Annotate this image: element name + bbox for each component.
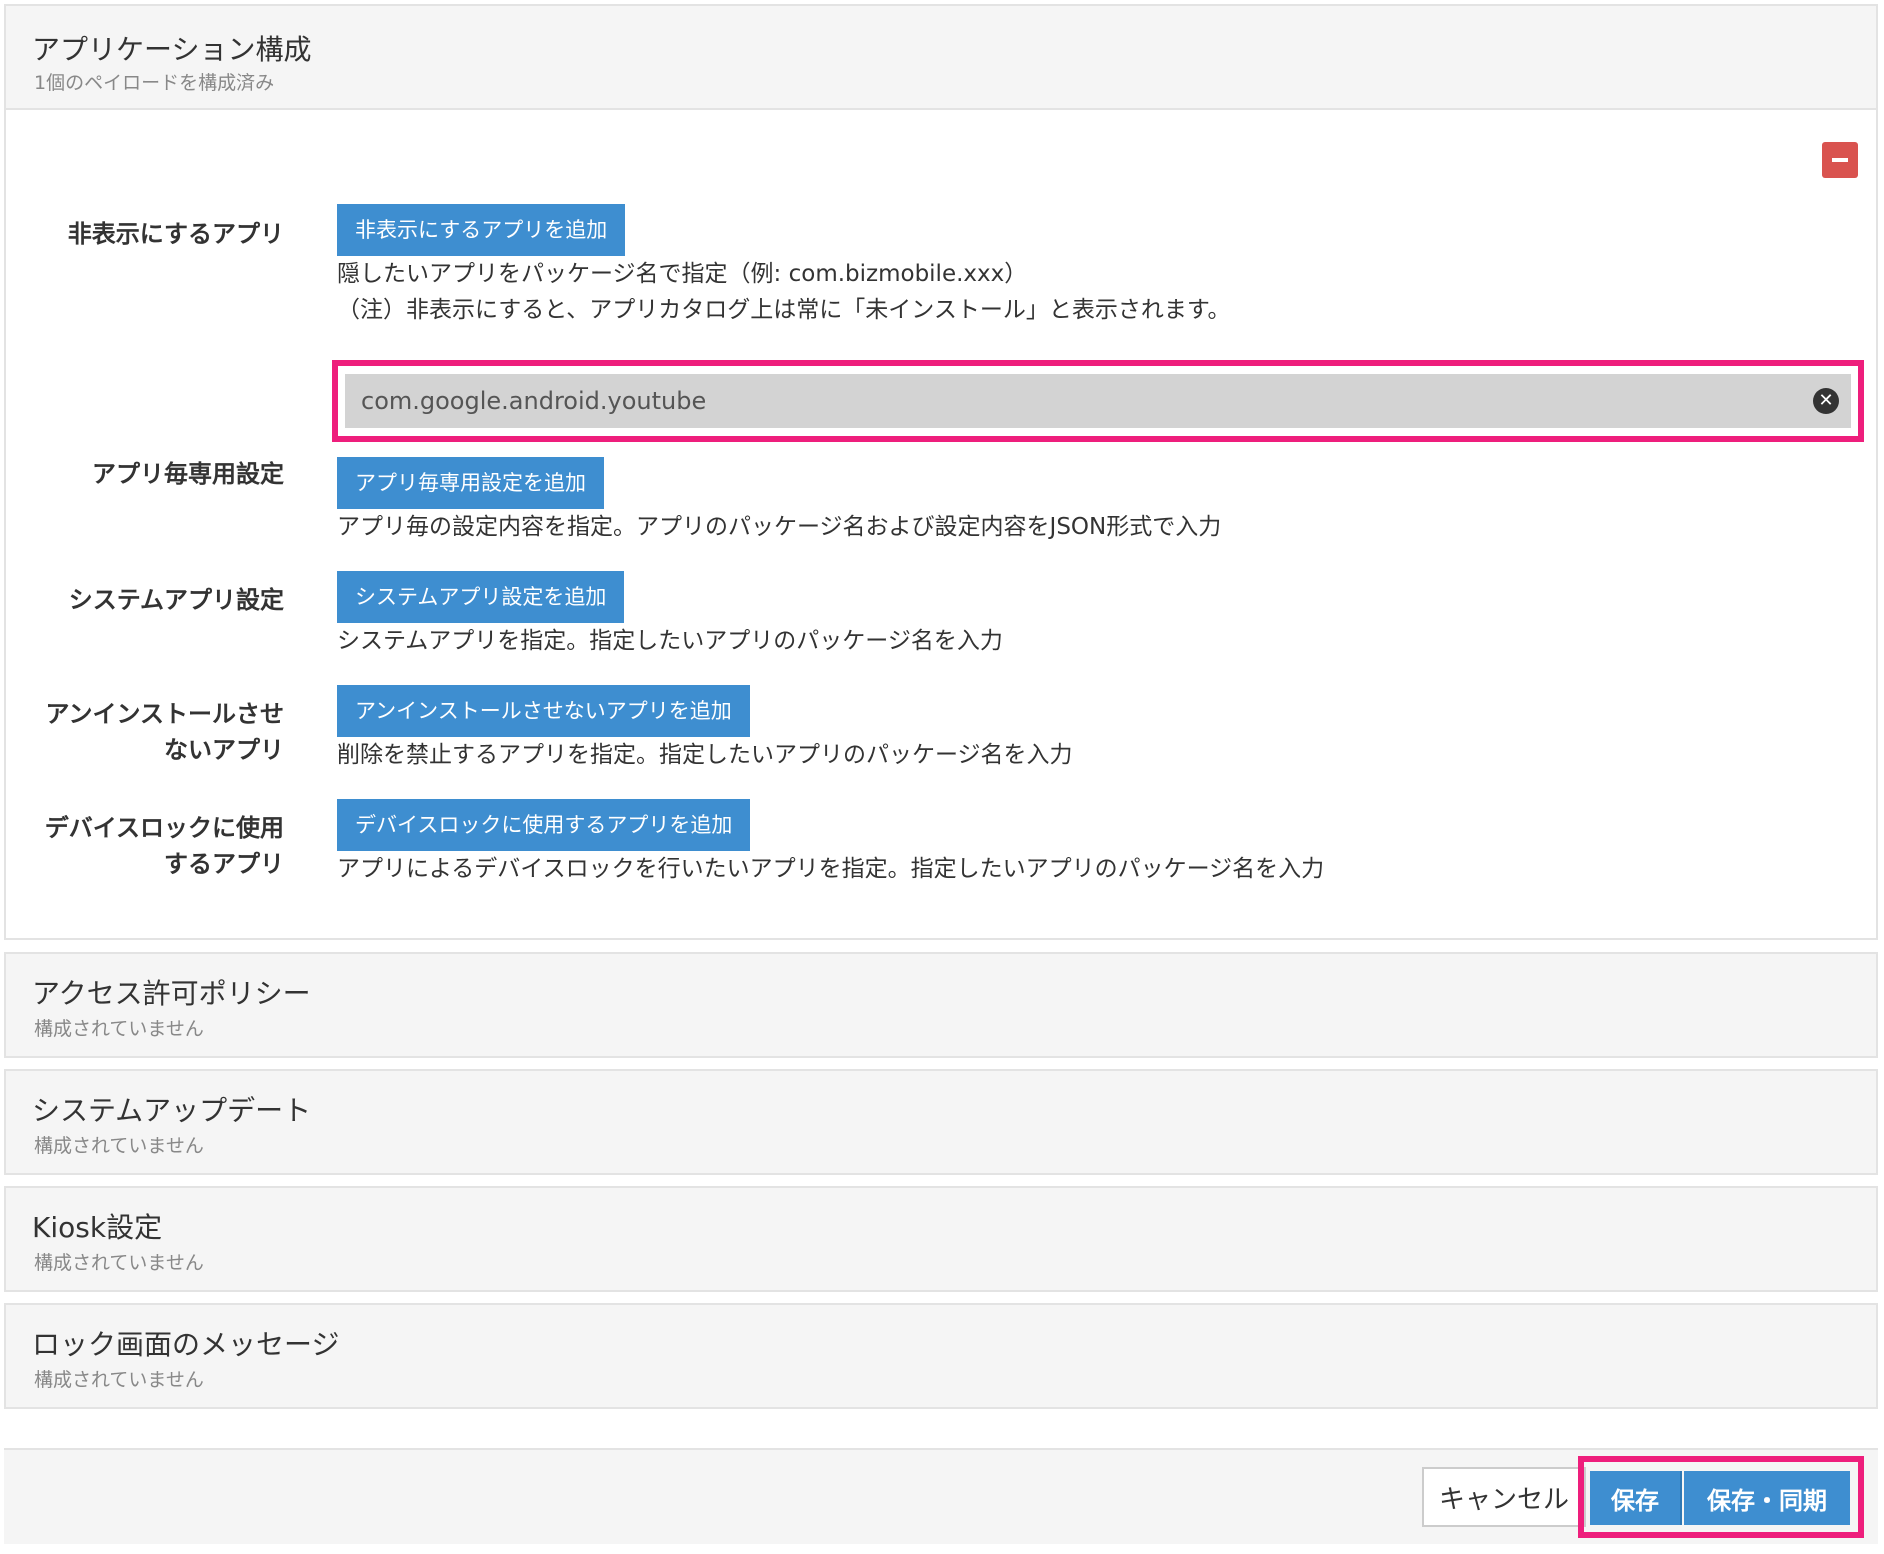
device-lock-help: アプリによるデバイスロックを行いたいアプリを指定。指定したいアプリのパッケージ名… xyxy=(337,856,1325,882)
clear-circle-icon[interactable]: ✕ xyxy=(1813,388,1839,414)
add-device-lock-app-button[interactable]: デバイスロックに使用するアプリを追加 xyxy=(337,799,751,851)
add-per-app-settings-button[interactable]: アプリ毎専用設定を追加 xyxy=(337,457,604,509)
minus-icon xyxy=(1832,158,1848,162)
hidden-app-package-input[interactable] xyxy=(345,374,1851,428)
per-app-settings-label: アプリ毎専用設定 xyxy=(92,460,284,488)
section-title: アクセス許可ポリシー xyxy=(32,977,311,1010)
device-lock-label-2: するアプリ xyxy=(164,850,284,878)
device-lock-label-1: デバイスロックに使用 xyxy=(44,814,284,842)
hidden-apps-help-2: （注）非表示にすると、アプリカタログ上は常に「未インストール」と表示されます。 xyxy=(337,297,1231,323)
uninstall-block-label-1: アンインストールさせ xyxy=(45,700,284,728)
hidden-apps-help-1: 隠したいアプリをパッケージ名で指定（例: com.bizmobile.xxx） xyxy=(337,261,1028,287)
section-title: Kiosk設定 xyxy=(32,1211,163,1244)
section-subtitle: 構成されていません xyxy=(34,1252,204,1274)
save-sync-button[interactable]: 保存・同期 xyxy=(1684,1471,1850,1525)
section-access-policy[interactable]: アクセス許可ポリシー 構成されていません xyxy=(4,952,1878,1058)
uninstall-block-help: 削除を禁止するアプリを指定。指定したいアプリのパッケージ名を入力 xyxy=(337,742,1073,768)
hidden-apps-label: 非表示にするアプリ xyxy=(67,220,284,248)
section-subtitle: 構成されていません xyxy=(34,1018,204,1040)
app-config-title: アプリケーション構成 xyxy=(32,33,312,66)
cancel-button[interactable]: キャンセル xyxy=(1422,1467,1586,1527)
add-hidden-app-button[interactable]: 非表示にするアプリを追加 xyxy=(337,204,626,256)
section-kiosk[interactable]: Kiosk設定 構成されていません xyxy=(4,1186,1878,1292)
system-apps-label: システムアプリ設定 xyxy=(68,586,284,614)
remove-payload-button[interactable] xyxy=(1822,142,1858,178)
section-title: ロック画面のメッセージ xyxy=(32,1328,340,1361)
system-apps-help: システムアプリを指定。指定したいアプリのパッケージ名を入力 xyxy=(337,628,1003,654)
add-system-app-button[interactable]: システムアプリ設定を追加 xyxy=(337,571,625,623)
app-config-header[interactable]: アプリケーション構成 1個のペイロードを構成済み xyxy=(4,4,1878,110)
add-uninstall-block-app-button[interactable]: アンインストールさせないアプリを追加 xyxy=(337,685,750,737)
app-config-subtitle: 1個のペイロードを構成済み xyxy=(34,72,275,94)
section-subtitle: 構成されていません xyxy=(34,1135,204,1157)
section-title: システムアップデート xyxy=(32,1094,312,1127)
save-button[interactable]: 保存 xyxy=(1590,1471,1682,1525)
section-subtitle: 構成されていません xyxy=(34,1369,204,1391)
uninstall-block-label-2: ないアプリ xyxy=(164,736,284,764)
section-lock-screen-message[interactable]: ロック画面のメッセージ 構成されていません xyxy=(4,1303,1878,1409)
per-app-settings-help: アプリ毎の設定内容を指定。アプリのパッケージ名および設定内容をJSON形式で入力 xyxy=(337,514,1222,540)
section-system-update[interactable]: システムアップデート 構成されていません xyxy=(4,1069,1878,1175)
